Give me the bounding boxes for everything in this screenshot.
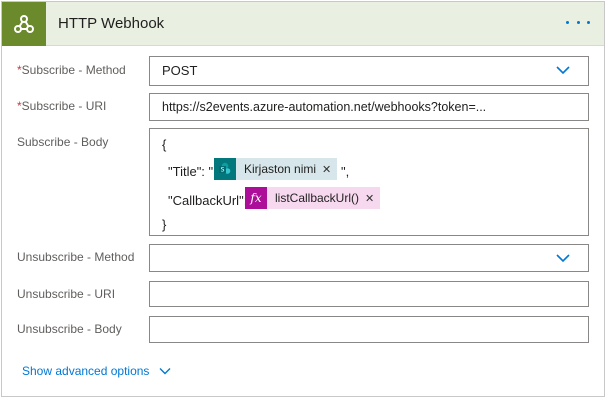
subscribe-method-value: POST [162,63,198,78]
unsubscribe-uri-input[interactable] [149,281,589,307]
title-dynamic-token[interactable]: S Kirjaston nimi ✕ [214,158,338,180]
webhook-icon [2,2,46,46]
chevron-down-icon [556,66,570,75]
subscribe-body-label: Subscribe - Body [17,135,109,149]
body-close-brace: } [162,217,167,232]
subscribe-method-label: *Subscribe - Method [17,63,126,77]
unsubscribe-body-label: Unsubscribe - Body [17,322,122,336]
subscribe-method-select[interactable]: POST [149,56,589,86]
body-open-brace: { [162,137,167,152]
unsubscribe-body-input[interactable] [149,316,589,343]
subscribe-body-editor[interactable]: { "Title": " S Kirjaston nimi ✕ ", "Call… [149,128,589,236]
unsubscribe-method-select[interactable] [149,244,589,272]
sharepoint-icon: S [214,158,236,180]
webhook-action-card: HTTP Webhook *Subscribe - Method POST *S… [1,1,605,397]
more-options-icon[interactable] [566,15,590,29]
subscribe-uri-label: *Subscribe - URI [17,99,107,113]
card-title: HTTP Webhook [58,15,165,32]
card-header[interactable]: HTTP Webhook [2,2,604,46]
callback-expression-token[interactable]: fx listCallbackUrl() ✕ [245,187,381,209]
chevron-down-icon [159,368,171,375]
callback-token-label: listCallbackUrl() [275,191,360,205]
close-icon[interactable]: ✕ [322,163,337,176]
svg-text:S: S [221,167,225,174]
chevron-down-icon [556,254,570,263]
unsubscribe-uri-label: Unsubscribe - URI [17,287,116,301]
body-callback-key: "CallbackUrl": [168,193,248,208]
title-token-label: Kirjaston nimi [244,162,317,176]
advanced-options-label: Show advanced options [22,364,150,378]
body-title-key: "Title": " [168,164,214,179]
subscribe-uri-value: https://s2events.azure-automation.net/we… [162,100,487,114]
subscribe-uri-input[interactable]: https://s2events.azure-automation.net/we… [149,93,589,121]
expression-icon: fx [245,187,267,209]
body-title-suffix: ", [341,164,350,179]
show-advanced-options-link[interactable]: Show advanced options [22,364,171,378]
unsubscribe-method-label: Unsubscribe - Method [17,250,135,264]
close-icon[interactable]: ✕ [365,192,380,205]
